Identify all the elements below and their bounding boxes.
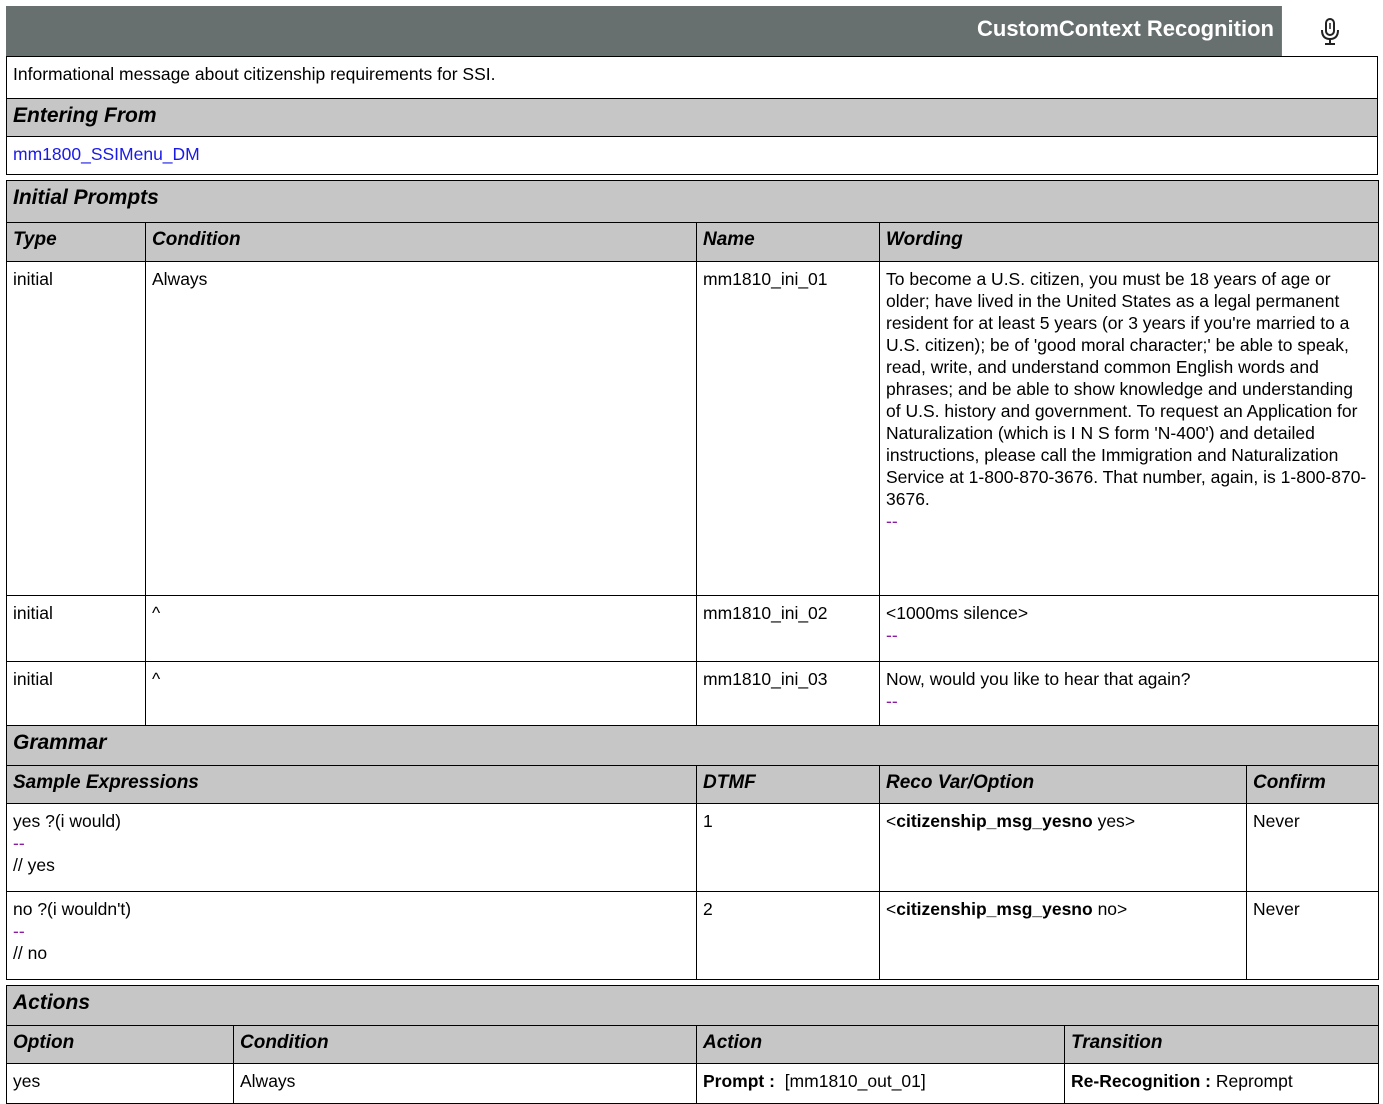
col-sample-expressions: Sample Expressions bbox=[6, 765, 697, 804]
page-title: CustomContext Recognition bbox=[977, 16, 1274, 41]
entering-from-link[interactable]: mm1800_SSIMenu_DM bbox=[13, 144, 200, 164]
reco-option: yes bbox=[1097, 811, 1125, 831]
prompt-condition: ^ bbox=[145, 595, 697, 662]
table-row: initial ^ mm1810_ini_03 Now, would you l… bbox=[6, 661, 1380, 726]
prompt-wording: Now, would you like to hear that again? bbox=[886, 669, 1191, 689]
initial-prompts-heading: Initial Prompts bbox=[5, 180, 1380, 223]
col-option: Option bbox=[6, 1025, 234, 1064]
col-wording: Wording bbox=[878, 222, 1380, 262]
action-cell: Prompt : [mm1810_out_01] bbox=[696, 1063, 1065, 1104]
prompt-marker: -- bbox=[886, 691, 898, 711]
table-row: initial Always mm1810_ini_01 To become a… bbox=[6, 261, 1380, 596]
prompt-condition: Always bbox=[145, 261, 697, 596]
col-action: Action bbox=[696, 1025, 1065, 1064]
prompt-wording: <1000ms silence> bbox=[886, 603, 1029, 623]
actions-heading: Actions bbox=[5, 985, 1380, 1026]
transition-cell: Re-Recognition : Reprompt bbox=[1063, 1063, 1380, 1104]
reco-var-name: citizenship_msg_yesno bbox=[896, 899, 1093, 919]
microphone-box bbox=[1281, 6, 1378, 56]
table-row: no ?(i wouldn't) -- // no 2 <citizenship… bbox=[6, 891, 1380, 980]
grammar-dtmf: 1 bbox=[696, 803, 880, 892]
grammar-confirm: Never bbox=[1245, 803, 1380, 892]
grammar-confirm: Never bbox=[1245, 891, 1380, 980]
actions-table: Actions Option Condition Action Transiti… bbox=[5, 985, 1380, 1104]
grammar-dtmf: 2 bbox=[696, 891, 880, 980]
title-bar: CustomContext Recognition bbox=[6, 6, 1378, 56]
col-type: Type bbox=[6, 222, 146, 262]
grammar-expression: no ?(i wouldn't) bbox=[13, 899, 132, 919]
prompt-name: mm1810_ini_03 bbox=[696, 661, 880, 726]
col-dtmf: DTMF bbox=[696, 765, 880, 804]
grammar-expression-cell: no ?(i wouldn't) -- // no bbox=[6, 891, 697, 980]
action-option: yes bbox=[6, 1063, 234, 1104]
col-reco-var: Reco Var/Option bbox=[879, 765, 1247, 804]
grammar-marker: -- bbox=[13, 921, 25, 941]
initial-prompts-table: Initial Prompts Type Condition Name Word… bbox=[5, 180, 1380, 726]
grammar-reco-var: <citizenship_msg_yesno yes> bbox=[879, 803, 1247, 892]
prompt-name: mm1810_ini_02 bbox=[696, 595, 880, 662]
transition-value: Reprompt bbox=[1215, 1071, 1293, 1091]
action-label: Prompt : bbox=[703, 1071, 775, 1091]
grammar-expression-cell: yes ?(i would) -- // yes bbox=[6, 803, 697, 892]
grammar-comment: // yes bbox=[13, 855, 55, 875]
table-row: yes Always Prompt : [mm1810_out_01] Re-R… bbox=[6, 1063, 1380, 1104]
microphone-icon bbox=[1321, 18, 1339, 45]
grammar-reco-var: <citizenship_msg_yesno no> bbox=[879, 891, 1247, 980]
table-row: yes ?(i would) -- // yes 1 <citizenship_… bbox=[6, 803, 1380, 892]
prompt-wording-cell: To become a U.S. citizen, you must be 18… bbox=[878, 261, 1380, 596]
col-action-condition: Condition bbox=[233, 1025, 697, 1064]
action-value: [mm1810_out_01] bbox=[784, 1071, 926, 1091]
prompt-type: initial bbox=[6, 661, 146, 726]
prompt-wording: To become a U.S. citizen, you must be 18… bbox=[886, 269, 1367, 509]
col-name: Name bbox=[696, 222, 880, 262]
grammar-heading: Grammar bbox=[5, 725, 1380, 766]
prompt-marker: -- bbox=[886, 511, 898, 531]
col-transition: Transition bbox=[1063, 1025, 1380, 1064]
prompt-wording-cell: Now, would you like to hear that again? … bbox=[878, 661, 1380, 726]
col-confirm: Confirm bbox=[1245, 765, 1380, 804]
overview-table: Informational message about citizenship … bbox=[6, 56, 1378, 175]
col-condition: Condition bbox=[145, 222, 697, 262]
reco-var-name: citizenship_msg_yesno bbox=[896, 811, 1093, 831]
grammar-table: Grammar Sample Expressions DTMF Reco Var… bbox=[5, 725, 1380, 980]
table-row: initial ^ mm1810_ini_02 <1000ms silence>… bbox=[6, 595, 1380, 662]
prompt-condition: ^ bbox=[145, 661, 697, 726]
prompt-name: mm1810_ini_01 bbox=[696, 261, 880, 596]
prompt-marker: -- bbox=[886, 625, 898, 645]
prompt-type: initial bbox=[6, 595, 146, 662]
prompt-wording-cell: <1000ms silence> -- bbox=[878, 595, 1380, 662]
state-description: Informational message about citizenship … bbox=[6, 56, 1378, 99]
grammar-marker: -- bbox=[13, 833, 25, 853]
grammar-comment: // no bbox=[13, 943, 48, 963]
reco-option: no bbox=[1097, 899, 1118, 919]
action-condition: Always bbox=[233, 1063, 697, 1104]
grammar-expression: yes ?(i would) bbox=[13, 811, 121, 831]
prompt-type: initial bbox=[6, 261, 146, 596]
transition-label: Re-Recognition : bbox=[1071, 1071, 1211, 1091]
entering-from-heading: Entering From bbox=[6, 98, 1378, 137]
